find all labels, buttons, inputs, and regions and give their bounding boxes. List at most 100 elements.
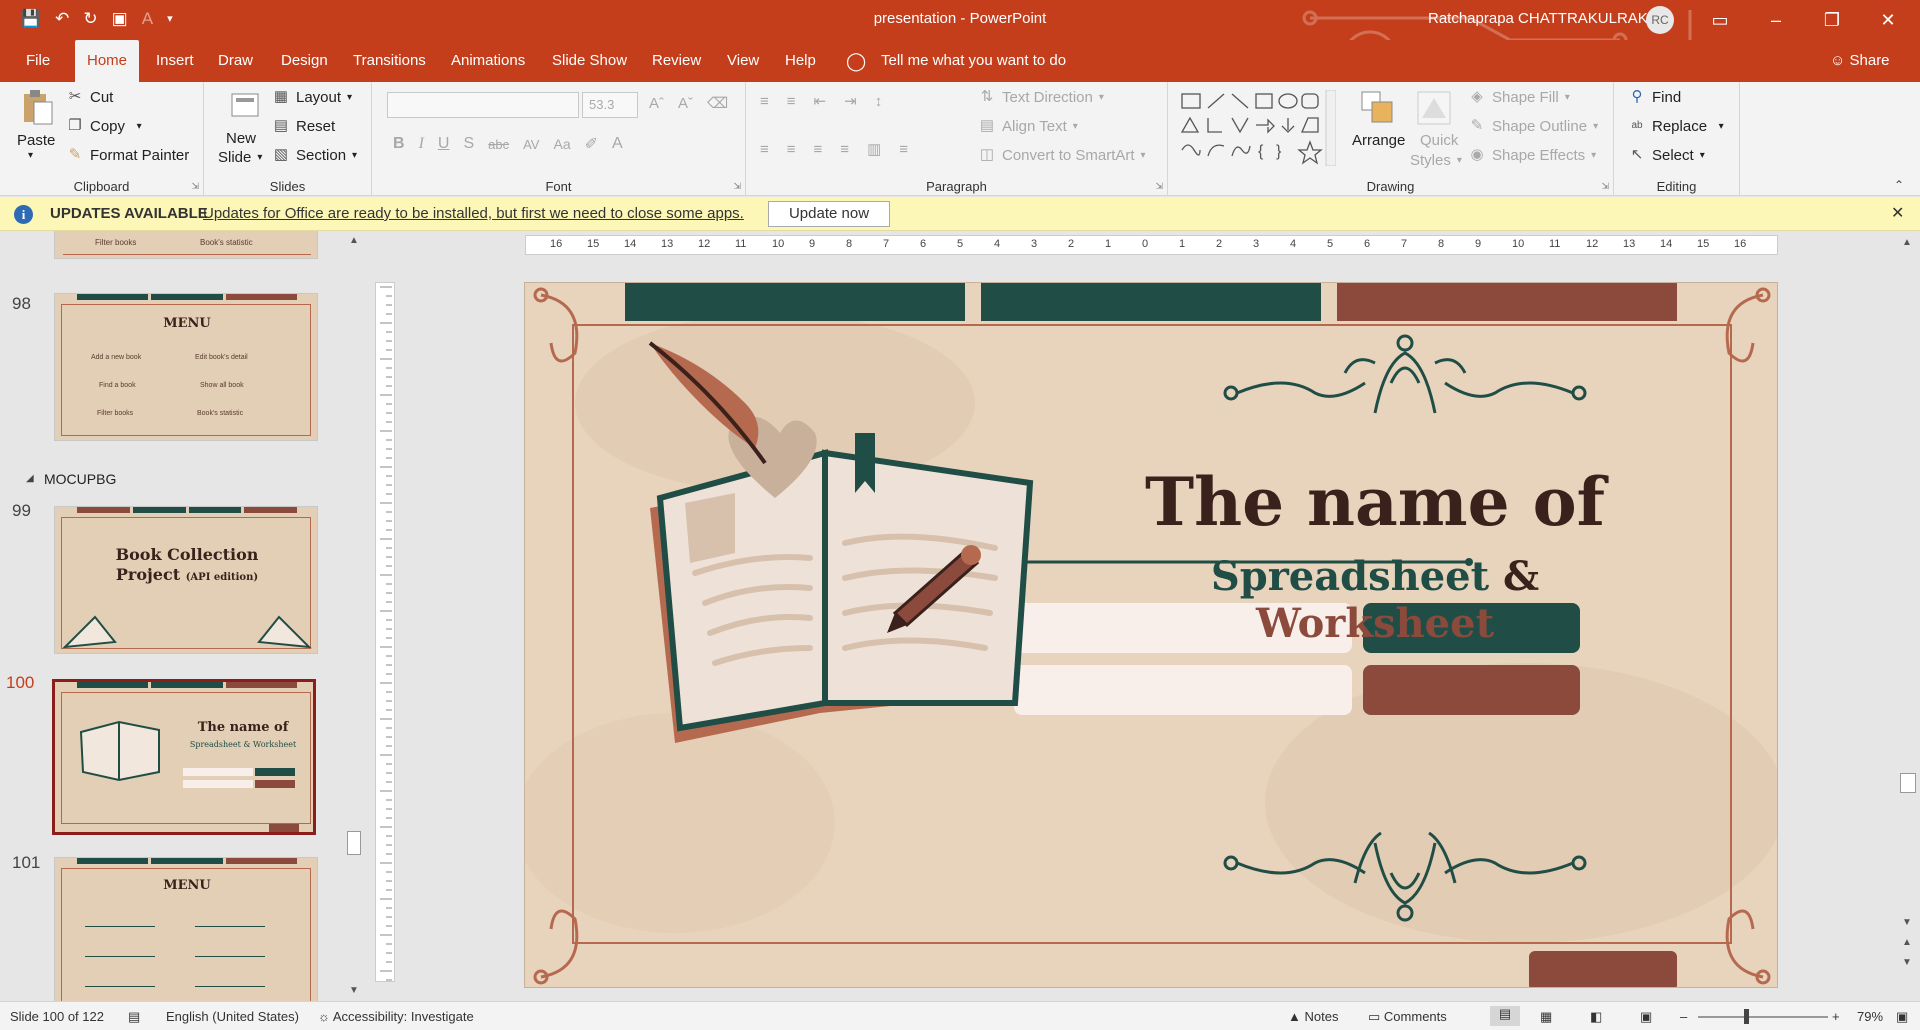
numbering-icon[interactable]: ≡ bbox=[787, 93, 796, 110]
slide-thumbnail-99[interactable]: Book Collection Project (API edition) bbox=[54, 506, 318, 654]
paste-button[interactable]: Paste bbox=[17, 132, 55, 149]
cut-button[interactable]: ✂ Cut bbox=[66, 88, 114, 106]
font-color-icon[interactable]: A bbox=[612, 135, 623, 153]
highlight-icon[interactable]: ✐ bbox=[585, 134, 598, 154]
paste-icon[interactable] bbox=[18, 88, 54, 128]
font-size-combo[interactable]: 53.3 bbox=[582, 92, 638, 118]
reading-view-icon[interactable]: ◧ bbox=[1590, 1009, 1602, 1025]
tab-view[interactable]: View bbox=[715, 40, 771, 82]
italic-icon[interactable]: I bbox=[419, 135, 424, 153]
new-slide-button[interactable]: New bbox=[226, 130, 256, 147]
shape-outline-button[interactable]: ✎ Shape Outline ▾ bbox=[1468, 117, 1598, 135]
previous-slide-icon[interactable]: ▲ bbox=[1902, 937, 1912, 948]
arrange-icon[interactable] bbox=[1360, 90, 1396, 130]
zoom-out-icon[interactable]: – bbox=[1680, 1009, 1687, 1024]
thumbnail-scrollbar[interactable]: ▲ ▼ bbox=[345, 231, 363, 1001]
shape-effects-button[interactable]: ◉ Shape Effects ▾ bbox=[1468, 146, 1596, 164]
zoom-level[interactable]: 79% bbox=[1857, 1009, 1883, 1024]
underline-icon[interactable]: U bbox=[438, 135, 450, 153]
accessibility-button[interactable]: ☼ Accessibility: Investigate bbox=[318, 1009, 474, 1024]
justify-icon[interactable]: ≡ bbox=[840, 141, 849, 158]
restore-icon[interactable]: ❐ bbox=[1812, 6, 1852, 34]
comments-button[interactable]: ▭ Comments bbox=[1368, 1009, 1447, 1025]
section-button[interactable]: ▧ Section ▾ bbox=[272, 146, 357, 164]
paste-dropdown-icon[interactable]: ▾ bbox=[28, 150, 33, 161]
reset-button[interactable]: ▤ Reset bbox=[272, 117, 335, 135]
drawing-launcher-icon[interactable]: ⇲ bbox=[1601, 181, 1609, 192]
spell-check-icon[interactable]: ▤ bbox=[128, 1009, 140, 1025]
copy-button[interactable]: ❐ Copy ▾ bbox=[66, 117, 141, 135]
bullets-icon[interactable]: ≡ bbox=[760, 93, 769, 110]
align-left-icon[interactable]: ≡ bbox=[760, 141, 769, 158]
slide-thumbnail-101[interactable]: MENU bbox=[54, 857, 318, 1001]
shrink-font-icon[interactable]: Aˇ bbox=[678, 95, 693, 112]
convert-smartart-button[interactable]: ◫ Convert to SmartArt ▾ bbox=[978, 146, 1146, 164]
shapes-gallery[interactable]: {} bbox=[1178, 90, 1336, 166]
paragraph-launcher-icon[interactable]: ⇲ bbox=[1155, 181, 1163, 192]
align-right-icon[interactable]: ≡ bbox=[814, 141, 823, 158]
align-text-button[interactable]: ▤ Align Text ▾ bbox=[978, 117, 1078, 135]
slide-thumbnail-97[interactable]: Filter books Book's statistic bbox=[54, 231, 318, 259]
tab-review[interactable]: Review bbox=[640, 40, 713, 82]
increase-indent-icon[interactable]: ⇥ bbox=[844, 92, 857, 110]
font-name-combo[interactable] bbox=[387, 92, 579, 118]
tab-design[interactable]: Design bbox=[269, 40, 340, 82]
clipboard-launcher-icon[interactable]: ⇲ bbox=[191, 181, 199, 192]
slide-canvas[interactable]: The name of Spreadsheet & Worksheet bbox=[524, 282, 1778, 988]
zoom-slider[interactable] bbox=[1698, 1016, 1828, 1018]
tab-transitions[interactable]: Transitions bbox=[341, 40, 438, 82]
close-icon[interactable]: ✕ bbox=[1868, 6, 1908, 34]
strikethrough-icon[interactable]: abc bbox=[488, 137, 509, 152]
scroll-down-icon[interactable]: ▼ bbox=[1902, 917, 1912, 928]
normal-view-icon[interactable]: ▤ bbox=[1490, 1006, 1520, 1026]
scroll-thumb[interactable] bbox=[347, 831, 361, 855]
font-launcher-icon[interactable]: ⇲ bbox=[733, 181, 741, 192]
tab-insert[interactable]: Insert bbox=[144, 40, 206, 82]
tab-file[interactable]: File bbox=[14, 40, 62, 82]
slide-sorter-icon[interactable]: ▦ bbox=[1540, 1009, 1552, 1025]
share-button[interactable]: ☺ Share bbox=[1830, 40, 1890, 82]
quick-styles-icon[interactable] bbox=[1414, 88, 1451, 128]
decrease-indent-icon[interactable]: ⇤ bbox=[814, 92, 827, 110]
shadow-icon[interactable]: S bbox=[463, 135, 474, 153]
slide-title[interactable]: The name of bbox=[1100, 463, 1650, 541]
font-grow-shrink[interactable]: Aˆ Aˇ ⌫ bbox=[649, 94, 728, 113]
tab-home[interactable]: Home bbox=[75, 40, 140, 82]
text-direction-button[interactable]: ⇅ Text Direction ▾ bbox=[978, 88, 1104, 106]
format-painter-button[interactable]: ✎ Format Painter bbox=[66, 146, 190, 164]
avatar[interactable]: RC bbox=[1646, 6, 1674, 34]
section-name[interactable]: MOCUPBG bbox=[44, 471, 116, 487]
bold-icon[interactable]: B bbox=[393, 135, 405, 153]
ribbon-display-icon[interactable]: ▭ bbox=[1700, 6, 1740, 34]
clear-format-icon[interactable]: ⌫ bbox=[707, 94, 728, 112]
tab-animations[interactable]: Animations bbox=[439, 40, 537, 82]
notification-message-link[interactable]: Updates for Office are ready to be insta… bbox=[203, 205, 744, 222]
minimize-icon[interactable]: – bbox=[1756, 6, 1796, 34]
columns-icon[interactable]: ▥ bbox=[867, 140, 881, 158]
arrange-button[interactable]: Arrange bbox=[1352, 132, 1405, 149]
distribute-icon[interactable]: ≡ bbox=[899, 141, 908, 158]
layout-button[interactable]: ▦ Layout ▾ bbox=[272, 88, 352, 106]
slide-thumbnail-98[interactable]: MENU Add a new book Edit book's detail F… bbox=[54, 293, 318, 441]
update-now-button[interactable]: Update now bbox=[768, 201, 890, 227]
next-slide-icon[interactable]: ▼ bbox=[1902, 957, 1912, 968]
slide-scrollbar[interactable]: ▲ ▼ ▲ ▼ bbox=[1896, 231, 1920, 1001]
replace-button[interactable]: ab Replace ▾ bbox=[1628, 117, 1723, 135]
tab-draw[interactable]: Draw bbox=[206, 40, 265, 82]
quick-styles-button[interactable]: Quick bbox=[1420, 132, 1458, 149]
line-spacing-icon[interactable]: ↕ bbox=[875, 93, 883, 110]
new-slide-icon[interactable] bbox=[228, 88, 264, 128]
notes-button[interactable]: ▲ Notes bbox=[1288, 1009, 1338, 1024]
scroll-down-icon[interactable]: ▼ bbox=[349, 985, 359, 996]
grow-font-icon[interactable]: Aˆ bbox=[649, 95, 664, 112]
scroll-up-icon[interactable]: ▲ bbox=[1902, 237, 1912, 248]
zoom-slider-thumb[interactable] bbox=[1744, 1009, 1749, 1024]
language-indicator[interactable]: English (United States) bbox=[166, 1009, 299, 1024]
new-slide-dropdown[interactable]: Slide ▾ bbox=[218, 149, 262, 166]
tab-slideshow[interactable]: Slide Show bbox=[540, 40, 639, 82]
tell-me-search[interactable]: Tell me what you want to do bbox=[881, 40, 1066, 82]
select-button[interactable]: ↖ Select ▾ bbox=[1628, 146, 1705, 164]
scroll-up-icon[interactable]: ▲ bbox=[349, 235, 359, 246]
user-name[interactable]: Ratchaprapa CHATTRAKULRAK bbox=[1428, 10, 1648, 27]
fit-to-window-icon[interactable]: ▣ bbox=[1896, 1009, 1908, 1025]
